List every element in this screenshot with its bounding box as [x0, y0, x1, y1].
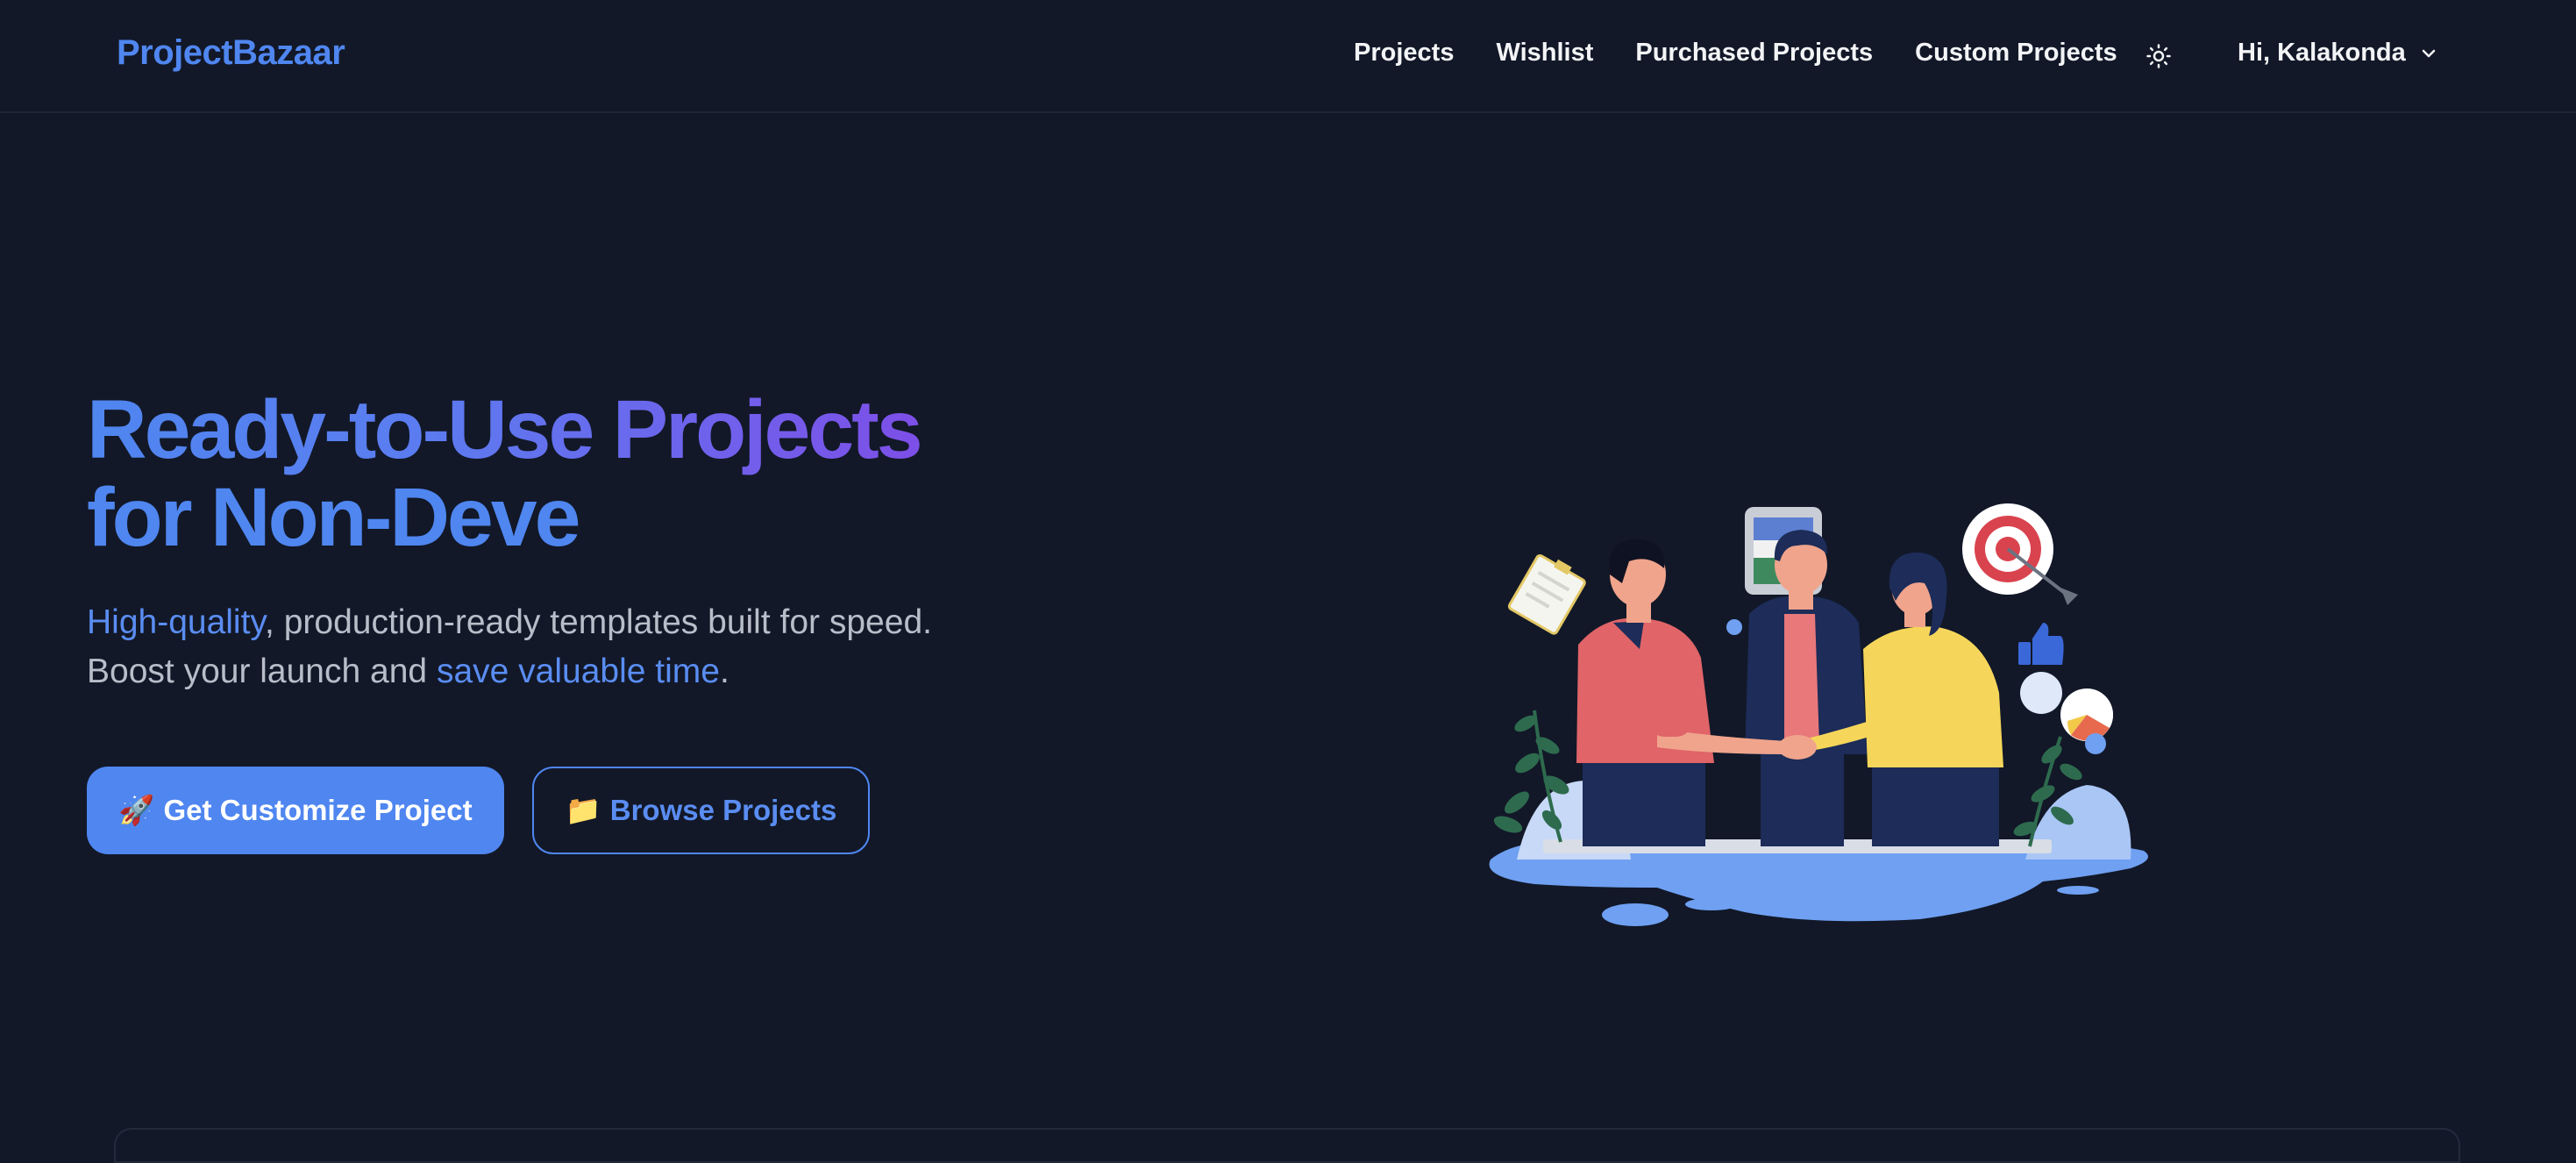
- nav-link-projects[interactable]: Projects: [1354, 39, 1454, 68]
- content-card-edge: [114, 1128, 2460, 1163]
- illustration-puddle-drop: [1602, 903, 1669, 926]
- subtitle-text-2: Boost your launch and: [87, 653, 437, 690]
- user-menu[interactable]: Hi, Kalakonda: [2238, 39, 2439, 68]
- get-customize-project-label: Get Customize Project: [163, 794, 473, 826]
- get-customize-project-button[interactable]: 🚀 Get Customize Project: [87, 767, 504, 854]
- browse-projects-label: Browse Projects: [609, 794, 837, 826]
- hero-title-line2: for Non-Deve: [87, 471, 580, 564]
- theme-toggle-button[interactable]: [2143, 40, 2174, 72]
- pie-chart-icon: [2060, 689, 2114, 754]
- hero-title-line1: Ready-to-Use Projects: [87, 383, 923, 476]
- hero-title: Ready-to-Use Projects for Non-Deve: [87, 386, 1139, 561]
- dot-decoration: [1726, 619, 1742, 635]
- subtitle-text-1: , production-ready templates built for s…: [265, 603, 932, 641]
- hero-subtitle: High-quality, production-ready templates…: [87, 598, 1139, 696]
- chevron-down-icon: [2422, 49, 2436, 57]
- nav-link-purchased-projects[interactable]: Purchased Projects: [1635, 39, 1873, 68]
- subtitle-highlight-time: save valuable time: [436, 653, 720, 690]
- browse-projects-button[interactable]: 📁 Browse Projects: [532, 767, 870, 854]
- sun-icon: [2146, 44, 2171, 68]
- folder-icon: 📁: [565, 793, 601, 826]
- nav-link-wishlist[interactable]: Wishlist: [1496, 39, 1593, 68]
- thumbs-up-icon: [2018, 623, 2064, 665]
- top-navbar: ProjectBazaar Projects Wishlist Purchase…: [0, 0, 2576, 113]
- subtitle-highlight-quality: High-quality: [87, 603, 266, 641]
- illustration-puddle-drop: [2057, 886, 2099, 895]
- clipboard-icon: [1507, 553, 1586, 635]
- illustration-puddle-drop: [1685, 898, 1738, 910]
- nav-link-custom-projects[interactable]: Custom Projects: [1915, 39, 2117, 68]
- handshake: [1778, 735, 1817, 760]
- brand-logo[interactable]: ProjectBazaar: [117, 33, 345, 73]
- user-greeting: Hi, Kalakonda: [2238, 39, 2406, 67]
- subtitle-text-3: .: [719, 653, 729, 690]
- nav-links: Projects Wishlist Purchased Projects Cus…: [1354, 39, 2160, 68]
- rocket-icon: 🚀: [118, 793, 155, 826]
- hero-illustration: [1489, 503, 2148, 926]
- target-icon: [1962, 503, 2078, 605]
